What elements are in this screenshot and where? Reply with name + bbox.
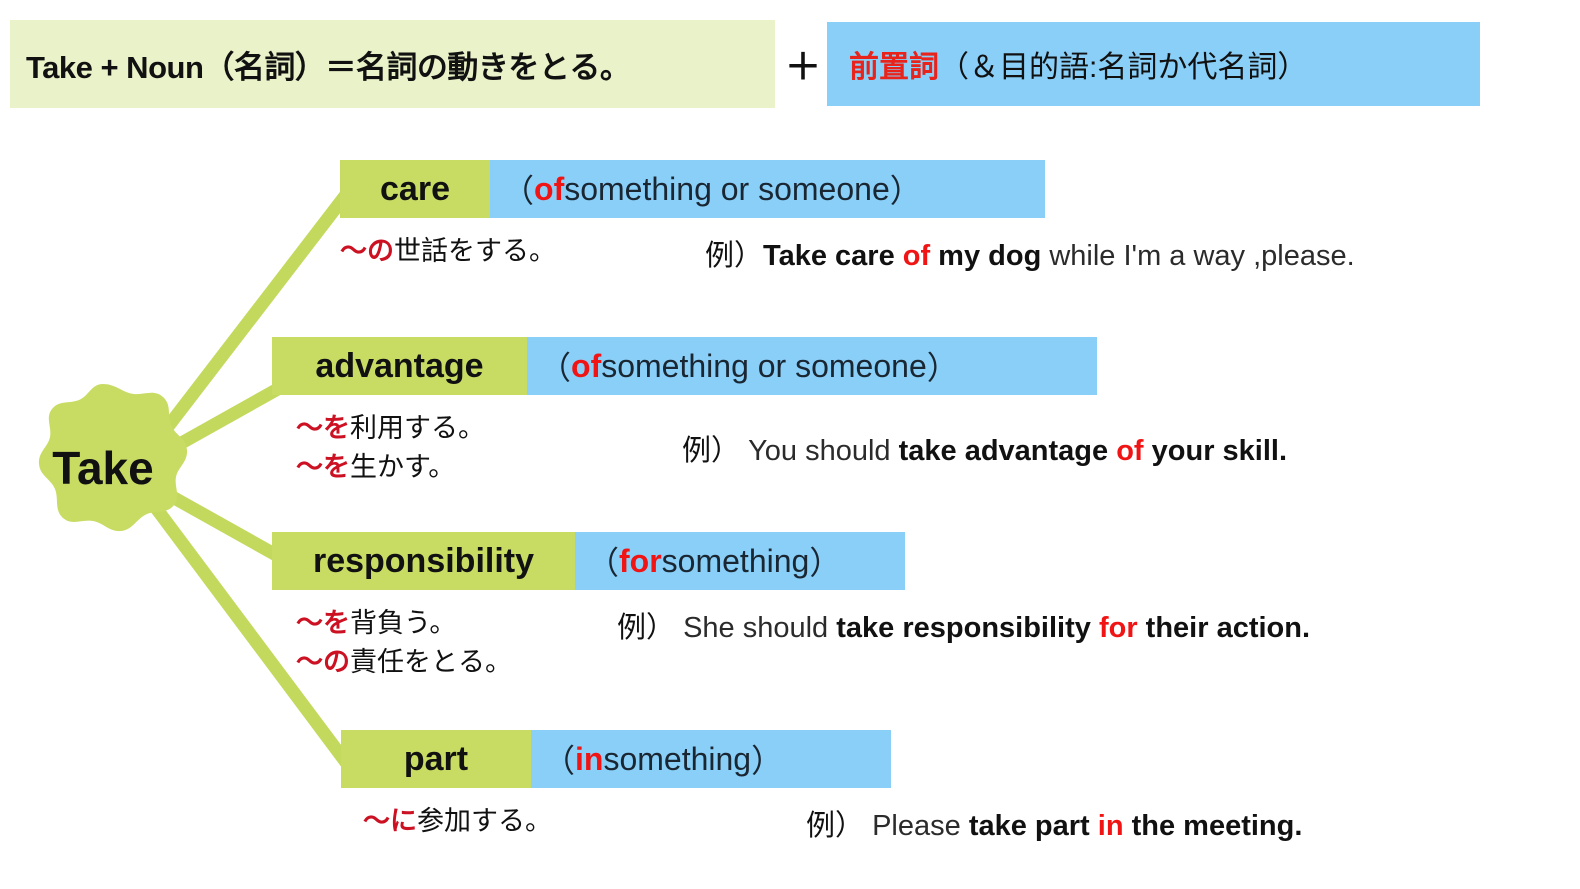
jp-meaning-part: ～に参加する。 bbox=[341, 802, 806, 841]
example-bold-post: my dog bbox=[930, 240, 1042, 272]
noun-chip-advantage[interactable]: advantage bbox=[272, 337, 527, 395]
jp-line: ～を利用する。 bbox=[296, 409, 682, 448]
example-pre: Please bbox=[864, 810, 969, 842]
paren-open: （ bbox=[543, 743, 576, 779]
chip-row-part: part （in something ） bbox=[341, 730, 1302, 788]
preposition-chip-advantage[interactable]: （of something or someone） bbox=[527, 337, 1097, 395]
jp-line: ～の世話をする。 bbox=[340, 232, 705, 271]
root-node-label: Take bbox=[52, 442, 154, 494]
detail-part: ～に参加する。 例） Please take part in the meeti… bbox=[341, 802, 1302, 844]
object-text: something or someone bbox=[601, 347, 927, 384]
example-marker: 例） bbox=[806, 810, 865, 842]
root-node-take[interactable]: Take bbox=[8, 378, 198, 558]
jp-meaning-text: 背負う。 bbox=[350, 608, 457, 638]
jp-particle: ～を bbox=[296, 452, 350, 483]
example-tail: while I'm a way ,please. bbox=[1041, 240, 1355, 272]
example-preposition: of bbox=[902, 240, 931, 272]
object-text: something bbox=[661, 542, 810, 579]
noun-chip-care[interactable]: care bbox=[340, 160, 490, 218]
jp-meaning-text: 利用する。 bbox=[350, 413, 485, 443]
header-preposition-detail: （＆目的語:名詞か代名詞） bbox=[939, 51, 1308, 84]
header-preposition-keyword: 前置詞 bbox=[849, 51, 939, 84]
example-marker: 例） bbox=[617, 612, 676, 644]
header-plus-sign: ＋ bbox=[785, 46, 822, 87]
paren-open: （ bbox=[587, 545, 620, 581]
example-responsibility: 例） She should take responsibility for th… bbox=[617, 604, 1310, 646]
jp-line: ～に参加する。 bbox=[363, 802, 806, 841]
example-preposition: in bbox=[1097, 810, 1124, 842]
example-pre: You should bbox=[740, 435, 899, 467]
entry-care: care （of something or someone） ～の世話をする。 例… bbox=[340, 160, 1355, 274]
jp-particle: ～を bbox=[296, 608, 350, 638]
preposition-word: in bbox=[575, 740, 604, 777]
preposition-chip-part[interactable]: （in something ） bbox=[531, 730, 891, 788]
example-bold-post: the meeting. bbox=[1123, 810, 1303, 842]
preposition-word: for bbox=[619, 542, 662, 579]
jp-meaning-text: 参加する。 bbox=[417, 806, 552, 836]
example-marker: 例） bbox=[682, 435, 741, 467]
example-care: 例）Take care of my dog while I'm a way ,p… bbox=[705, 232, 1355, 274]
jp-particle: ～の bbox=[296, 647, 350, 678]
paren-close: ） bbox=[751, 743, 784, 779]
entry-part: part （in something ） ～に参加する。 例） Please ta… bbox=[341, 730, 1302, 844]
jp-meaning-text: 世話をする。 bbox=[394, 236, 556, 266]
example-preposition: for bbox=[1098, 612, 1138, 644]
jp-meaning-advantage: ～を利用する。 ～を生かす。 bbox=[272, 409, 682, 487]
chip-row-advantage: advantage （of something or someone） bbox=[272, 337, 1287, 395]
noun-chip-part[interactable]: part bbox=[341, 730, 531, 788]
header-preposition-box: 前置詞（＆目的語:名詞か代名詞） bbox=[827, 22, 1480, 106]
paren-open: （ bbox=[539, 350, 572, 386]
jp-line: ～を背負う。 bbox=[296, 604, 617, 643]
example-bold-pre: take responsibility bbox=[836, 612, 1099, 644]
example-bold-pre: Take care bbox=[763, 240, 903, 272]
example-bold-post: their action. bbox=[1137, 612, 1311, 644]
header-preposition-text: 前置詞（＆目的語:名詞か代名詞） bbox=[849, 42, 1307, 86]
jp-line: ～の責任をとる。 bbox=[296, 643, 617, 682]
header-banner: Take + Noun（名詞）＝名詞の動きをとる。 ＋ 前置詞（＆目的語:名詞か… bbox=[0, 20, 1580, 108]
jp-meaning-text: 責任をとる。 bbox=[350, 647, 512, 678]
jp-line: ～を生かす。 bbox=[296, 448, 682, 487]
jp-particle: ～に bbox=[363, 806, 417, 836]
detail-care: ～の世話をする。 例）Take care of my dog while I'm… bbox=[340, 232, 1355, 274]
header-formula-box: Take + Noun（名詞）＝名詞の動きをとる。 bbox=[10, 20, 775, 108]
example-bold-pre: take part bbox=[968, 810, 1098, 842]
detail-responsibility: ～を背負う。 ～の責任をとる。 例） She should take respo… bbox=[272, 604, 1310, 682]
jp-meaning-responsibility: ～を背負う。 ～の責任をとる。 bbox=[272, 604, 617, 682]
preposition-chip-responsibility[interactable]: （for something ） bbox=[575, 532, 905, 590]
paren-close: ） bbox=[809, 545, 842, 581]
detail-advantage: ～を利用する。 ～を生かす。 例） You should take advant… bbox=[272, 409, 1287, 487]
jp-meaning-text: 生かす。 bbox=[350, 452, 456, 483]
chip-row-responsibility: responsibility （for something ） bbox=[272, 532, 1310, 590]
object-text: something or someone bbox=[564, 170, 890, 207]
example-bold-pre: take advantage bbox=[898, 435, 1117, 467]
preposition-word: of bbox=[534, 170, 565, 207]
object-text: something bbox=[603, 740, 752, 777]
preposition-word: of bbox=[571, 347, 602, 384]
example-advantage: 例） You should take advantage of your ski… bbox=[682, 409, 1287, 469]
jp-meaning-care: ～の世話をする。 bbox=[340, 232, 705, 271]
example-pre: She should bbox=[675, 612, 837, 644]
paren-close: ） bbox=[926, 350, 959, 386]
example-bold-post: your skill. bbox=[1143, 435, 1288, 467]
chip-row-care: care （of something or someone） bbox=[340, 160, 1355, 218]
entry-responsibility: responsibility （for something ） ～を背負う。 ～の… bbox=[272, 532, 1310, 682]
header-formula-text: Take + Noun（名詞）＝名詞の動きをとる。 bbox=[26, 49, 631, 85]
paren-close: ） bbox=[889, 173, 922, 209]
entry-advantage: advantage （of something or someone） ～を利用す… bbox=[272, 337, 1287, 487]
example-preposition: of bbox=[1116, 435, 1144, 467]
example-part: 例） Please take part in the meeting. bbox=[806, 802, 1302, 844]
preposition-chip-care[interactable]: （of something or someone） bbox=[490, 160, 1045, 218]
paren-open: （ bbox=[502, 173, 535, 209]
jp-particle: ～の bbox=[340, 236, 394, 266]
noun-chip-responsibility[interactable]: responsibility bbox=[272, 532, 575, 590]
jp-particle: ～を bbox=[296, 413, 350, 443]
example-marker: 例） bbox=[705, 240, 764, 272]
